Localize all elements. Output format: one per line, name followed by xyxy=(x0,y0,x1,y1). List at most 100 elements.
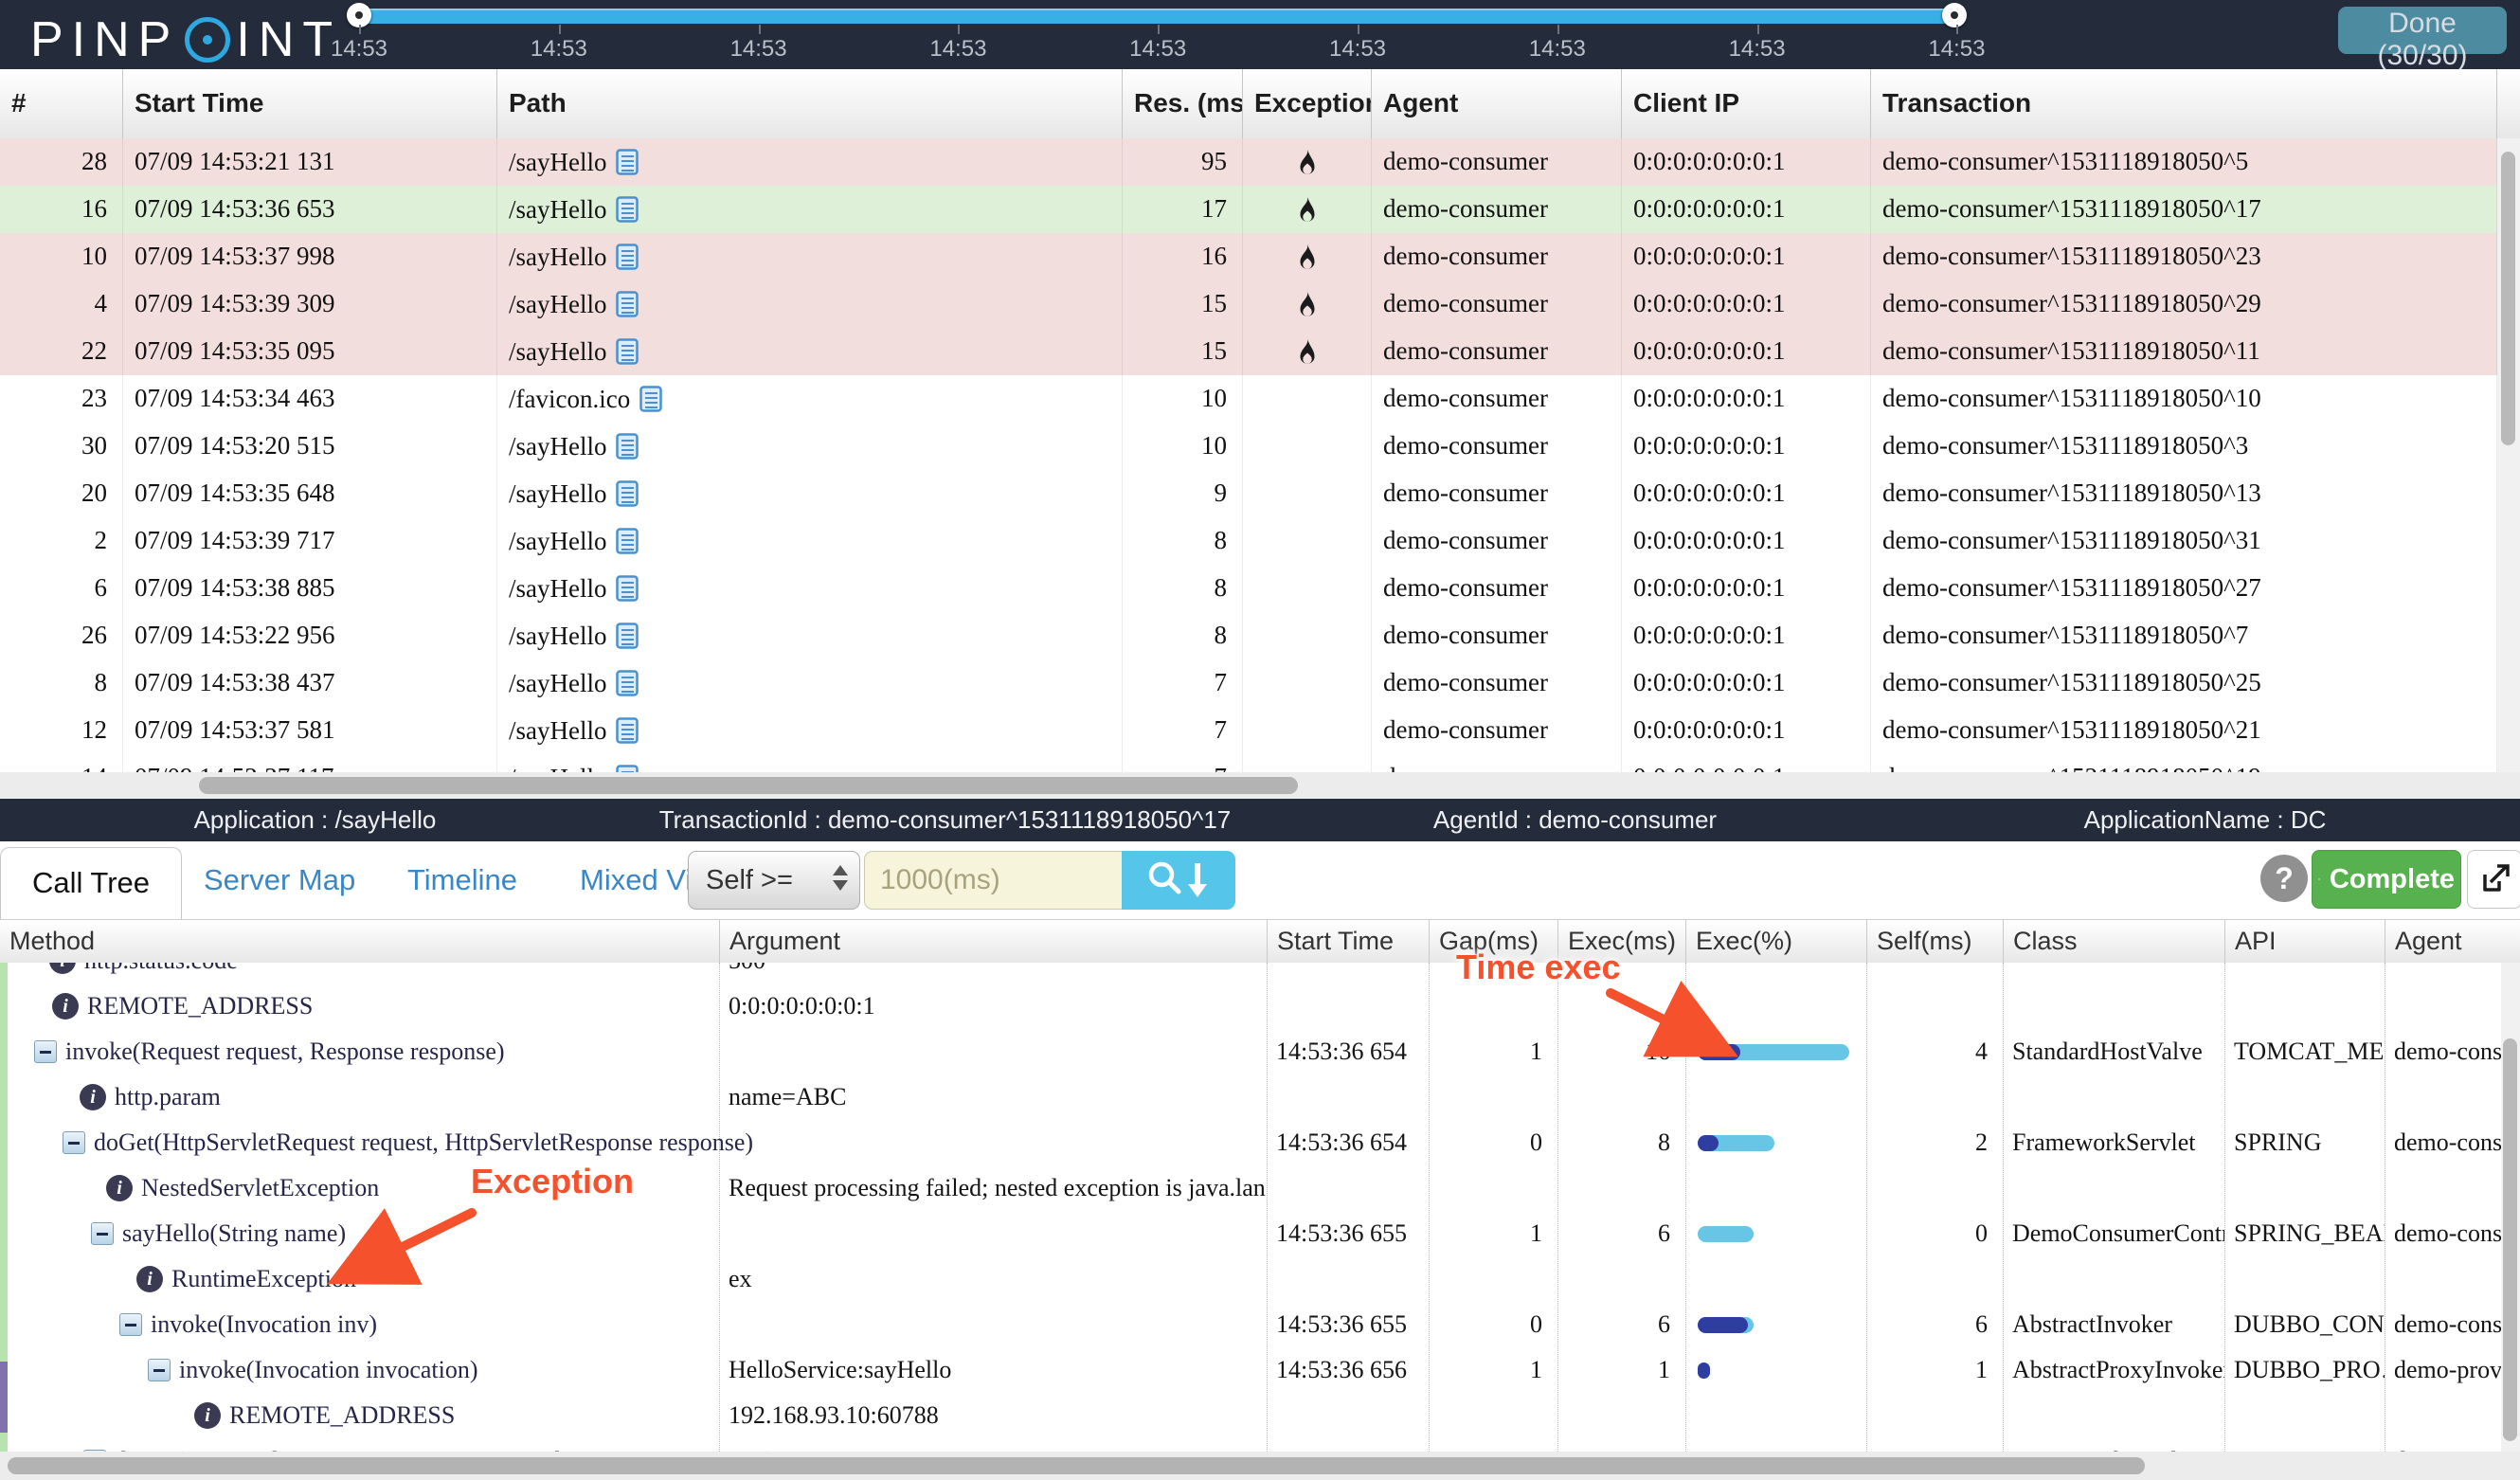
timeline-tick xyxy=(1956,25,1959,34)
path-detail-icon[interactable] xyxy=(639,386,662,412)
calltree-row[interactable]: invoke(Invocation inv) 14:53:36 655 0 6 6 Abs… xyxy=(0,1302,2520,1347)
cell-start-time: 07/09 14:53:39 717 xyxy=(123,517,497,565)
cell-path: /sayHello xyxy=(497,470,1123,517)
path-detail-icon[interactable] xyxy=(616,623,639,649)
calltree-hscrollbar[interactable] xyxy=(0,1452,2520,1480)
collapse-icon[interactable] xyxy=(91,1222,114,1245)
exception-flame-icon xyxy=(1300,291,1314,316)
request-column-header-path[interactable]: Path xyxy=(497,69,1123,138)
calltree-hscroll-thumb[interactable] xyxy=(8,1457,2145,1474)
request-row[interactable]: 10 07/09 14:53:37 998/sayHello 16 demo-cons… xyxy=(0,233,2497,281)
tab-call-tree[interactable]: Call Tree xyxy=(0,847,182,920)
slider-track[interactable] xyxy=(359,9,1956,24)
cell-exception xyxy=(1243,375,1372,423)
method-name: doGet(HttpServletRequest request, HttpSe… xyxy=(94,1128,754,1156)
request-column-header-starttime[interactable]: Start Time xyxy=(123,69,497,138)
path-detail-icon[interactable] xyxy=(616,196,639,223)
request-row[interactable]: 6 07/09 14:53:38 885/sayHello 8 demo-consum… xyxy=(0,565,2497,613)
request-row[interactable]: 22 07/09 14:53:35 095/sayHello 15 demo-cons… xyxy=(0,328,2497,376)
path-detail-icon[interactable] xyxy=(616,244,639,270)
request-row[interactable]: 28 07/09 14:53:21 131/sayHello 95 demo-cons… xyxy=(0,138,2497,187)
collapse-icon[interactable] xyxy=(63,1131,85,1154)
request-row[interactable]: 20 07/09 14:53:35 648/sayHello 9 demo-consu… xyxy=(0,470,2497,518)
calltree-column-header-class: Class xyxy=(2003,920,2224,964)
filter-ms-input[interactable] xyxy=(864,851,1122,910)
cell-gap-ms: 0 xyxy=(1530,1310,1542,1338)
request-column-header-agent[interactable]: Agent xyxy=(1372,69,1622,138)
slider-handle-right[interactable] xyxy=(1942,3,1967,27)
request-row[interactable]: 16 07/09 14:53:36 653/sayHello 17 demo-cons… xyxy=(0,186,2497,234)
calltree-row[interactable]: i REMOTE_ADDRESS 0:0:0:0:0:0:0:1 xyxy=(0,984,2520,1029)
request-row[interactable]: 1407/09 14:53:37 117/sayHello 7 demo-consu… xyxy=(0,754,2497,772)
request-row[interactable]: 26 07/09 14:53:22 956/sayHello 8 demo-consu… xyxy=(0,612,2497,660)
tab-server-map[interactable]: Server Map xyxy=(204,841,355,919)
path-detail-icon[interactable] xyxy=(616,765,639,772)
calltree-row[interactable]: invoke(Request request, Response respons… xyxy=(0,1029,2520,1074)
path-detail-icon[interactable] xyxy=(616,575,639,602)
calltree-row[interactable]: doGet(HttpServletRequest request, HttpSe… xyxy=(0,1438,2520,1452)
list-icon xyxy=(2318,878,2320,880)
vscroll-thumb[interactable] xyxy=(2501,152,2515,445)
request-table-hscrollbar[interactable] xyxy=(0,772,2520,799)
collapse-icon[interactable] xyxy=(148,1359,171,1381)
cell-agent: demo-provid… xyxy=(2394,1356,2520,1383)
calltree-row[interactable]: i http.param name=ABC xyxy=(0,1074,2520,1120)
cell-client-ip: 0:0:0:0:0:0:0:1 xyxy=(1622,138,1871,186)
path-detail-icon[interactable] xyxy=(616,433,639,460)
cell-class xyxy=(2003,1393,2224,1438)
collapse-icon[interactable] xyxy=(119,1313,142,1336)
cell-num: 23 xyxy=(0,375,123,423)
help-icon[interactable]: ? xyxy=(2260,855,2308,902)
done-button[interactable]: Done (30/30) xyxy=(2338,7,2507,71)
path-detail-icon[interactable] xyxy=(616,670,639,696)
request-column-header-resms[interactable]: Res. (ms) ↓ xyxy=(1123,69,1243,138)
cell-gap-ms xyxy=(1429,984,1557,1029)
path-detail-icon[interactable] xyxy=(616,717,639,744)
cell-gap-ms: 0 xyxy=(1530,1128,1542,1156)
calltree-vscrollbar[interactable] xyxy=(2501,963,2520,1452)
cell-path: /sayHello xyxy=(497,328,1123,375)
path-detail-icon[interactable] xyxy=(616,480,639,507)
calltree-row[interactable]: doGet(HttpServletRequest request, HttpSe… xyxy=(0,1120,2520,1165)
calltree-row[interactable]: i REMOTE_ADDRESS 192.168.93.10:60788 xyxy=(0,1393,2520,1438)
cell-num: 28 xyxy=(0,138,123,186)
cell-start-time: 07/09 14:53:22 956 xyxy=(123,612,497,659)
complete-button[interactable]: Complete xyxy=(2312,850,2461,909)
path-detail-icon[interactable] xyxy=(616,291,639,317)
request-column-header-clientip[interactable]: Client IP xyxy=(1622,69,1871,138)
calltree-row[interactable]: i http.status.code 500 xyxy=(0,963,2520,984)
request-column-header-transaction[interactable]: Transaction xyxy=(1871,69,2497,138)
request-column-header-[interactable]: # xyxy=(0,69,123,138)
cell-res-ms: 95 xyxy=(1123,138,1243,186)
request-row[interactable]: 8 07/09 14:53:38 437/sayHello 7 demo-consum… xyxy=(0,659,2497,708)
collapse-icon[interactable] xyxy=(34,1040,57,1063)
cell-client-ip: 0:0:0:0:0:0:0:1 xyxy=(1622,470,1871,517)
method-cell: i REMOTE_ADDRESS xyxy=(52,984,719,1029)
request-row[interactable]: 4 07/09 14:53:39 309/sayHello 15 demo-consu… xyxy=(0,280,2497,329)
filter-search-button[interactable] xyxy=(1122,851,1235,910)
cell-argument: ex xyxy=(729,1265,752,1292)
request-table-vscrollbar[interactable] xyxy=(2497,138,2520,772)
calltree-row[interactable]: invoke(Invocation invocation) HelloServic… xyxy=(0,1347,2520,1393)
path-text: /sayHello xyxy=(509,715,607,745)
request-row[interactable]: 12 07/09 14:53:37 581/sayHello 7 demo-consu… xyxy=(0,707,2497,755)
request-row[interactable]: 2 07/09 14:53:39 717/sayHello 8 demo-consum… xyxy=(0,517,2497,566)
request-row[interactable]: 23 07/09 14:53:34 463/favicon.ico 10 demo-c… xyxy=(0,375,2497,424)
tab-timeline[interactable]: Timeline xyxy=(407,841,517,919)
exec-percent-bar-self xyxy=(1698,1317,1748,1333)
request-row[interactable]: 30 07/09 14:53:20 515/sayHello 10 demo-cons… xyxy=(0,423,2497,471)
path-detail-icon[interactable] xyxy=(616,149,639,175)
open-in-new-button[interactable] xyxy=(2467,850,2520,909)
path-detail-icon[interactable] xyxy=(616,338,639,365)
calltree-vscroll-thumb[interactable] xyxy=(2503,1038,2517,1441)
hscroll-thumb[interactable] xyxy=(199,777,1298,794)
timeline-tick xyxy=(1358,25,1359,34)
cell-num: 20 xyxy=(0,470,123,517)
cell-self-ms: 2 xyxy=(1975,1128,1988,1156)
request-column-header-exception[interactable]: Exception xyxy=(1243,69,1372,138)
self-filter-select[interactable]: Self >= xyxy=(688,851,860,910)
path-detail-icon[interactable] xyxy=(616,528,639,554)
cell-client-ip: 0:0:0:0:0:0:0:1 xyxy=(1622,517,1871,565)
timeline-tick-label: 14:53 xyxy=(929,36,987,62)
cell-res-ms: 8 xyxy=(1123,565,1243,612)
